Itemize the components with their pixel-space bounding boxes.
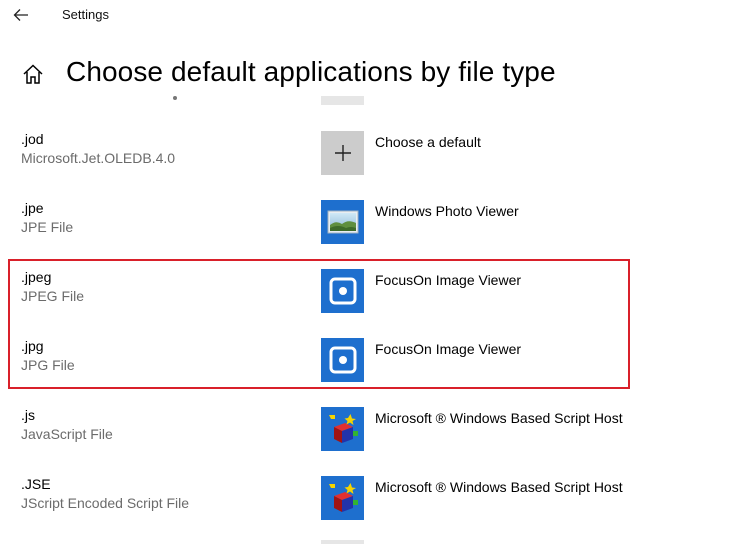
file-type-description: JPEG File xyxy=(21,288,85,304)
file-extension: .JSE xyxy=(21,476,51,492)
app-tile xyxy=(321,200,364,244)
page-title: Choose default applications by file type xyxy=(66,56,556,87)
app-name: FocusOn Image Viewer xyxy=(375,341,522,357)
title-bar: Settings xyxy=(0,0,750,30)
app-tile xyxy=(321,338,364,382)
default-app-button[interactable]: Windows Photo Viewer xyxy=(321,200,741,244)
file-type-description: Microsoft.Jet.OLEDB.4.0 xyxy=(21,150,176,166)
plus-icon xyxy=(334,145,351,161)
file-extension: .jpe xyxy=(21,200,44,216)
app-tile xyxy=(321,269,364,313)
list-item xyxy=(173,96,177,100)
default-app-button[interactable]: Microsoft ® Windows Based Script Host xyxy=(321,407,741,451)
default-app-button[interactable]: FocusOn Image Viewer xyxy=(321,338,741,382)
app-name: Microsoft ® Windows Based Script Host xyxy=(375,479,623,495)
app-tile xyxy=(321,407,364,451)
default-app-button[interactable]: Microsoft ® Windows Based Script Host xyxy=(321,476,741,520)
app-name: FocusOn Image Viewer xyxy=(375,272,522,288)
default-app-button[interactable]: FocusOn Image Viewer xyxy=(321,269,741,313)
script-host-icon xyxy=(328,414,358,443)
window-title: Settings xyxy=(62,7,109,22)
focuson-icon xyxy=(329,346,356,374)
script-host-icon xyxy=(328,483,358,512)
app-name: Windows Photo Viewer xyxy=(375,203,519,219)
app-name: Choose a default xyxy=(375,134,481,150)
file-type-row-jpeg: .jpeg JPEG File FocusOn Image Viewer xyxy=(0,269,750,338)
home-icon[interactable] xyxy=(22,63,44,85)
choose-default-app-button[interactable]: Choose a default xyxy=(321,131,741,175)
file-type-row-jpe: .jpe JPE File Windows Photo Viewer xyxy=(0,200,750,269)
back-button[interactable] xyxy=(6,2,36,28)
file-type-description: JPE File xyxy=(21,219,74,235)
file-type-row-js: .js JavaScript File Microsoft ® Windows … xyxy=(0,407,750,476)
file-type-row-jpg: .jpg JPG File FocusOn Image Viewer xyxy=(0,338,750,407)
file-extension: .jpeg xyxy=(21,269,52,285)
photo-viewer-icon xyxy=(327,210,358,234)
focuson-icon xyxy=(329,277,356,305)
file-type-row-jse: .JSE JScript Encoded Script File Microso… xyxy=(0,476,750,544)
file-extension: .jpg xyxy=(21,338,44,354)
back-arrow-icon xyxy=(13,9,28,21)
file-extension: .js xyxy=(21,407,35,423)
app-name: Microsoft ® Windows Based Script Host xyxy=(375,410,623,426)
settings-page: Settings Choose default applications by … xyxy=(0,0,750,544)
list-item xyxy=(321,540,364,544)
file-type-description: JavaScript File xyxy=(21,426,113,442)
file-extension: .jod xyxy=(21,131,44,147)
app-tile xyxy=(321,131,364,175)
app-tile xyxy=(321,476,364,520)
file-type-list: .jod Microsoft.Jet.OLEDB.4.0 Choose a de… xyxy=(0,96,750,544)
file-type-description: JScript Encoded Script File xyxy=(21,495,190,511)
list-item xyxy=(321,96,364,105)
file-type-description: JPG File xyxy=(21,357,75,373)
file-type-row-jod: .jod Microsoft.Jet.OLEDB.4.0 Choose a de… xyxy=(0,131,750,200)
